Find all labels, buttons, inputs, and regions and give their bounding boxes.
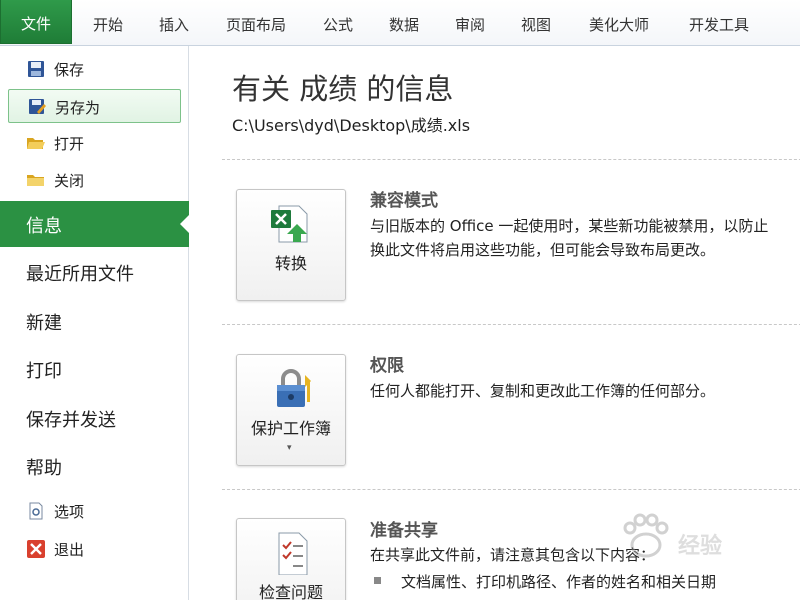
nav-help[interactable]: 帮助: [0, 443, 189, 489]
excel-convert-icon: [271, 205, 308, 243]
nav-new[interactable]: 新建: [0, 298, 189, 344]
watermark-text: 经验: [678, 534, 723, 559]
open-folder-icon: [27, 138, 45, 149]
save-as-command[interactable]: 另存为: [8, 89, 181, 123]
nav-print-label: 打印: [26, 361, 62, 382]
divider: [222, 324, 800, 325]
options-label: 选项: [54, 503, 85, 521]
share-bullet-text: 文档属性、打印机路径、作者的姓名和相关日期: [401, 573, 717, 591]
file-path: C:\Users\dyd\Desktop\成绩.xls: [232, 116, 471, 135]
close-folder-icon: [27, 175, 44, 186]
lock-key-icon: [277, 369, 311, 407]
share-bullet: 文档属性、打印机路径、作者的姓名和相关日期: [374, 571, 716, 592]
nav-recent-label: 最近所用文件: [26, 264, 134, 285]
save-label: 保存: [54, 61, 85, 79]
compat-desc-1: 与旧版本的 Office 一起使用时，某些新功能被禁用，以防止: [370, 217, 769, 235]
open-label: 打开: [54, 135, 85, 153]
exit-command[interactable]: 退出: [8, 532, 181, 566]
close-label: 关闭: [54, 172, 85, 190]
protect-workbook-label: 保护工作簿: [250, 419, 331, 438]
nav-new-label: 新建: [26, 313, 62, 334]
protect-workbook-button[interactable]: 保护工作簿 ▾: [236, 354, 346, 466]
check-issues-label: 检查问题: [258, 583, 323, 600]
nav-info[interactable]: 信息: [0, 201, 190, 247]
dropdown-arrow-icon: ▾: [287, 443, 292, 453]
nav-save-send[interactable]: 保存并发送: [0, 395, 189, 441]
baidu-watermark: 经验: [618, 512, 768, 562]
backstage-sidebar: 保存 另存为 打开 关闭 信息 最近所用文件 新建 打印 保存并发送 帮助 选项…: [0, 46, 190, 600]
options-icon: [29, 502, 43, 520]
nav-save-send-label: 保存并发送: [26, 410, 116, 431]
share-heading: 准备共享: [370, 521, 438, 541]
open-command[interactable]: 打开: [8, 126, 181, 160]
save-as-label: 另存为: [55, 99, 101, 117]
paw-logo-icon: [623, 513, 669, 558]
save-as-icon: [29, 99, 46, 114]
tab-beautify-master[interactable]: 美化大师: [574, 0, 664, 46]
permissions-heading: 权限: [370, 356, 404, 376]
exit-icon: [27, 540, 45, 558]
checklist-icon: [278, 532, 308, 575]
tab-developer[interactable]: 开发工具: [674, 0, 764, 46]
tab-file[interactable]: 文件: [0, 0, 72, 44]
nav-help-label: 帮助: [26, 458, 62, 479]
bullet-square-icon: [374, 577, 381, 584]
tab-home[interactable]: 开始: [80, 0, 136, 46]
convert-button[interactable]: 转换: [236, 189, 346, 301]
divider: [222, 489, 800, 490]
compat-desc-2: 换此文件将启用这些功能，但可能会导致布局更改。: [370, 241, 716, 259]
exit-label: 退出: [54, 541, 85, 559]
options-command[interactable]: 选项: [8, 494, 181, 528]
compat-heading: 兼容模式: [370, 191, 438, 211]
nav-recent[interactable]: 最近所用文件: [0, 249, 189, 295]
save-icon: [28, 61, 44, 77]
tab-insert[interactable]: 插入: [146, 0, 202, 46]
tab-review[interactable]: 审阅: [442, 0, 498, 46]
convert-label: 转换: [274, 254, 307, 273]
tab-page-layout[interactable]: 页面布局: [214, 0, 298, 46]
nav-info-label: 信息: [26, 216, 62, 237]
tab-data[interactable]: 数据: [376, 0, 432, 46]
close-command[interactable]: 关闭: [8, 163, 181, 197]
tab-formulas[interactable]: 公式: [310, 0, 366, 46]
tab-view[interactable]: 视图: [508, 0, 564, 46]
page-title: 有关 成绩 的信息: [232, 72, 454, 106]
check-issues-button[interactable]: 检查问题: [236, 518, 346, 600]
permissions-desc: 任何人都能打开、复制和更改此工作簿的任何部分。: [370, 382, 716, 400]
nav-print[interactable]: 打印: [0, 346, 189, 392]
save-command[interactable]: 保存: [8, 52, 181, 86]
divider: [222, 159, 800, 160]
ribbon-tab-bar: 文件 开始 插入 页面布局 公式 数据 审阅 视图 美化大师 开发工具: [0, 0, 800, 46]
